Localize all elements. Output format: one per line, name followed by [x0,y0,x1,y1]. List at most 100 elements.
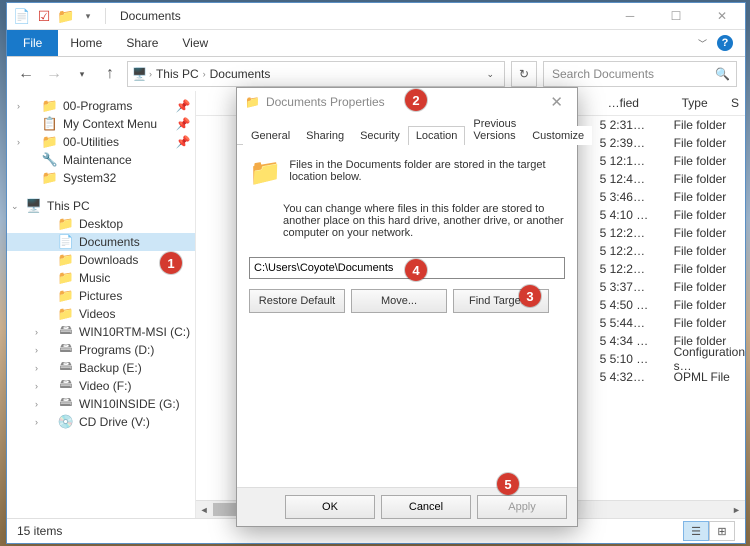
move-button[interactable]: Move... [351,289,447,313]
search-box[interactable]: 🔍 [543,61,737,87]
scroll-left-button[interactable]: ◄ [196,501,213,518]
tab-previous-versions[interactable]: Previous Versions [465,114,524,145]
qat-properties-icon[interactable]: ☑ [35,7,53,25]
file-tab[interactable]: File [7,30,58,56]
nav-item[interactable]: 📋My Context Menu📌 [7,115,195,133]
drive-icon: 🖴 [57,397,75,411]
chevron-right-icon[interactable]: › [35,417,38,427]
column-type[interactable]: Type [682,96,731,110]
chevron-right-icon[interactable]: › [35,363,38,373]
apply-button[interactable]: Apply [477,495,567,519]
help-icon[interactable]: ? [717,35,733,51]
nav-item[interactable]: 🔧Maintenance [7,151,195,169]
folder-icon: 📁 [41,99,59,113]
cell-date: 5 4:50 … [600,298,674,312]
titlebar: 📄 ☑ 📁 ▾ Documents ─ ☐ ✕ [7,3,745,30]
chevron-right-icon[interactable]: › [17,101,20,111]
cell-type: File folder [674,226,745,240]
qat-newfolder-icon[interactable]: 📁 [57,7,75,25]
chevron-right-icon[interactable]: › [35,327,38,337]
tab-general[interactable]: General [243,126,298,145]
nav-label: This PC [47,199,90,213]
nav-label: Desktop [79,217,123,231]
search-input[interactable] [550,66,715,82]
cell-type: File folder [674,208,745,222]
scroll-right-button[interactable]: ► [728,501,745,518]
up-button[interactable]: ↑ [99,63,121,85]
pin-icon: 📌 [176,99,191,113]
chevron-right-icon[interactable]: › [35,399,38,409]
tab-customize[interactable]: Customize [524,126,592,145]
folder-icon: 📁 [41,171,59,185]
chevron-down-icon[interactable]: ⌄ [11,201,19,212]
nav-item[interactable]: ›🖴Backup (E:) [7,359,195,377]
tab-location[interactable]: Location [408,126,466,145]
pin-icon: 📌 [176,135,191,149]
breadcrumb-thispc[interactable]: This PC [154,67,201,81]
nav-item[interactable]: ›🖴WIN10INSIDE (G:) [7,395,195,413]
cell-type: File folder [674,316,745,330]
nav-item[interactable]: 📄Documents [7,233,195,251]
nav-label: Maintenance [63,153,132,167]
restore-default-button[interactable]: Restore Default [249,289,345,313]
ribbon-tab-share[interactable]: Share [114,30,170,56]
nav-label: Programs (D:) [79,343,154,357]
folder-icon: 📁 [57,289,75,303]
chevron-right-icon[interactable]: › [147,69,154,79]
recent-dropdown-icon[interactable]: ▾ [71,63,93,85]
nav-label: Pictures [79,289,122,303]
ribbon-collapse-icon[interactable]: ﹀ [698,37,707,50]
nav-item[interactable]: ›📁00-Programs📌 [7,97,195,115]
tab-security[interactable]: Security [352,126,408,145]
nav-item[interactable]: 📁System32 [7,169,195,187]
address-dropdown-icon[interactable]: ⌄ [480,69,500,80]
details-view-button[interactable]: ☰ [683,521,709,541]
cancel-button[interactable]: Cancel [381,495,471,519]
dialog-description: You can change where files in this folde… [283,203,565,239]
icons-view-button[interactable]: ⊞ [709,521,735,541]
cell-date: 5 2:39… [600,136,674,150]
ribbon-tab-home[interactable]: Home [58,30,114,56]
tab-sharing[interactable]: Sharing [298,126,352,145]
chevron-right-icon[interactable]: › [35,345,38,355]
cell-type: Configuration s… [674,345,745,373]
cell-date: 5 3:46… [600,190,674,204]
ok-button[interactable]: OK [285,495,375,519]
nav-item[interactable]: ›📁00-Utilities📌 [7,133,195,151]
dialog-close-button[interactable]: ✕ [544,93,569,111]
nav-item[interactable]: ›🖴Video (F:) [7,377,195,395]
callout-1: 1 [160,252,182,274]
nav-item[interactable]: ›🖴WIN10RTM-MSI (C:) [7,323,195,341]
nav-item[interactable]: 📁Desktop [7,215,195,233]
maximize-button[interactable]: ☐ [653,3,699,29]
dialog-footer: OK Cancel Apply [237,487,577,526]
cell-type: File folder [674,118,745,132]
qat-dropdown-icon[interactable]: ▾ [79,7,97,25]
nav-item[interactable]: › 🖴 Programs (D:) [7,341,195,359]
breadcrumb-documents[interactable]: Documents [208,67,273,81]
refresh-button[interactable]: ↻ [511,61,537,87]
ribbon-tab-view[interactable]: View [170,30,220,56]
search-icon: 🔍 [715,67,730,81]
nav-item[interactable]: ›💿CD Drive (V:) [7,413,195,431]
minimize-button[interactable]: ─ [607,3,653,29]
close-button[interactable]: ✕ [699,3,745,29]
chevron-right-icon[interactable]: › [17,137,20,147]
nav-item[interactable]: 📁 Pictures [7,287,195,305]
folder-icon: 📁 [57,307,75,321]
address-bar[interactable]: 🖥️ › This PC › Documents ⌄ [127,61,505,87]
nav-label: Videos [79,307,115,321]
column-size[interactable]: S [731,96,745,110]
cell-date: 5 12:1… [600,154,674,168]
column-modified[interactable]: …fied [608,96,682,110]
chevron-right-icon[interactable]: › [35,381,38,391]
nav-item[interactable]: 📁 Videos [7,305,195,323]
chevron-right-icon[interactable]: › [201,69,208,79]
nav-label: Video (F:) [79,379,131,393]
forward-button[interactable]: → [43,63,65,85]
nav-label: Downloads [79,253,138,267]
back-button[interactable]: ← [15,63,37,85]
nav-label: Backup (E:) [79,361,142,375]
nav-group-thispc[interactable]: ⌄🖥️This PC [7,197,195,215]
drive-icon: 🖴 [57,343,75,357]
